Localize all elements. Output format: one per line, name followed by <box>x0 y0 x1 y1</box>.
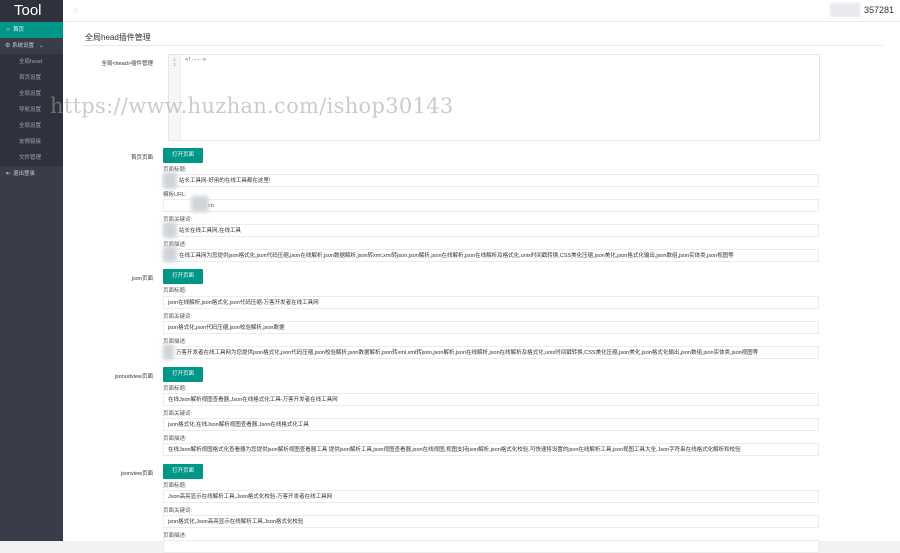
sidebar-item-file-manager[interactable]: 文件管理 <box>0 150 63 166</box>
sidebar-item-home[interactable]: ○ 首页 <box>0 22 63 38</box>
home-icon: ○ <box>6 27 10 33</box>
page-keywords-input[interactable]: json格式化,json代码压缩,json校验解析,json数据 <box>163 321 819 334</box>
watermark: https://www.huzhan.com/ishop30143 <box>50 94 454 118</box>
sidebar-item-friend-links[interactable]: 友情链接 <box>0 134 63 150</box>
sidebar-item-label: 系统设置 <box>12 43 35 49</box>
redaction-blur <box>163 222 177 238</box>
page-keywords-input[interactable]: json格式化,Json高亮显示在线解析工具,Json格式化校验 <box>163 515 819 528</box>
field-label: 页面标题: <box>163 386 187 392</box>
field-label: 页面描述: <box>163 533 187 539</box>
sidebar-item-label: 首页 <box>13 27 25 33</box>
open-page-button[interactable]: 打开页面 <box>163 367 203 382</box>
sidebar-toggle-icon[interactable]: ◌ <box>73 6 78 15</box>
redaction-blur <box>163 344 174 360</box>
page-title-input[interactable]: 在线Json解析视图查看器,Json在线格式化工具-万客开发者在线工具网 <box>163 393 819 406</box>
open-page-button[interactable]: 打开页面 <box>163 269 203 284</box>
section-title-json: json页面 <box>131 276 153 282</box>
chevron-down-icon: ⌄ <box>39 43 44 49</box>
page-title-input[interactable]: Json高亮显示在线解析工具,Json格式化校验-万客开发者在线工具网 <box>163 490 819 503</box>
page-description-input[interactable] <box>163 540 819 553</box>
top-bar: ◌ 357281 <box>63 0 900 22</box>
editor-code[interactable]: <!----> <box>185 57 206 63</box>
redaction-blur <box>163 246 177 262</box>
page-title: 全局head插件管理 <box>85 33 151 42</box>
redaction-blur <box>163 172 177 189</box>
sidebar-item-system-settings[interactable]: ⚙ 系统设置 ⌄ <box>0 38 63 54</box>
field-label: 页面关键词: <box>163 314 193 320</box>
page-description-input[interactable]: 在线工具网为您提供json格式化,json代码压缩,json在线解析,json数… <box>163 249 819 262</box>
avatar[interactable] <box>830 3 860 17</box>
gear-icon: ⚙ <box>5 43 11 49</box>
page-description-input[interactable]: 在线Json解析视图格式化查看器为您提供json解析视图查看器工具 提供json… <box>163 443 819 456</box>
sidebar-item-global-head[interactable]: 全局head <box>0 54 63 70</box>
field-label: 页面关键词: <box>163 508 193 514</box>
page-keywords-input[interactable]: 站长在线工具网,在线工具 <box>163 224 819 237</box>
logout-icon: ⇤ <box>6 171 12 177</box>
sidebar-item-global-settings-2[interactable]: 全局设置 <box>0 118 63 134</box>
field-label: 页面标题: <box>163 483 187 489</box>
divider <box>83 45 883 46</box>
template-url-input[interactable]: cn <box>163 199 819 212</box>
section-title-jsonview: jsonview页面 <box>120 471 153 477</box>
app-logo: Tool <box>0 0 63 22</box>
page-title-input[interactable]: 站长工具网-好用的在线工具都在这里! <box>163 174 819 187</box>
editor-label: 全局<head>插件管理 <box>101 61 153 67</box>
section-title-jsonudview: jsonudview页面 <box>114 374 153 380</box>
sidebar-item-logout[interactable]: ⇤ 退出登录 <box>0 166 63 182</box>
open-page-button[interactable]: 打开页面 <box>163 148 203 163</box>
page-title-input[interactable]: json在线解析,json格式化,json代码压缩-万客开发者在线工具网 <box>163 296 819 309</box>
page-keywords-input[interactable]: json格式化,在线Json解析视图查看器,Json在线格式化工具 <box>163 418 819 431</box>
section-title-home: 首页页面 <box>130 155 153 161</box>
sidebar-item-label: 退出登录 <box>13 171 36 177</box>
line-number: 2 <box>173 62 176 67</box>
user-name[interactable]: 357281 <box>864 5 894 15</box>
field-label: 页面标题: <box>163 288 187 294</box>
page-description-input[interactable]: 万客开发者在线工具网为您提供json格式化,json代码压缩,json校验解析,… <box>163 346 819 359</box>
field-label: 页面描述: <box>163 436 187 442</box>
open-page-button[interactable]: 打开页面 <box>163 464 203 479</box>
redaction-blur <box>191 196 209 212</box>
sidebar: Tool ○ 首页 ⚙ 系统设置 ⌄ 全局head 首页设置 全局设置 导航设置 全局… <box>0 0 63 541</box>
field-label: 模板URL: <box>163 192 187 198</box>
sidebar-item-home-settings[interactable]: 首页设置 <box>0 70 63 86</box>
field-label: 页面关键词: <box>163 411 193 417</box>
